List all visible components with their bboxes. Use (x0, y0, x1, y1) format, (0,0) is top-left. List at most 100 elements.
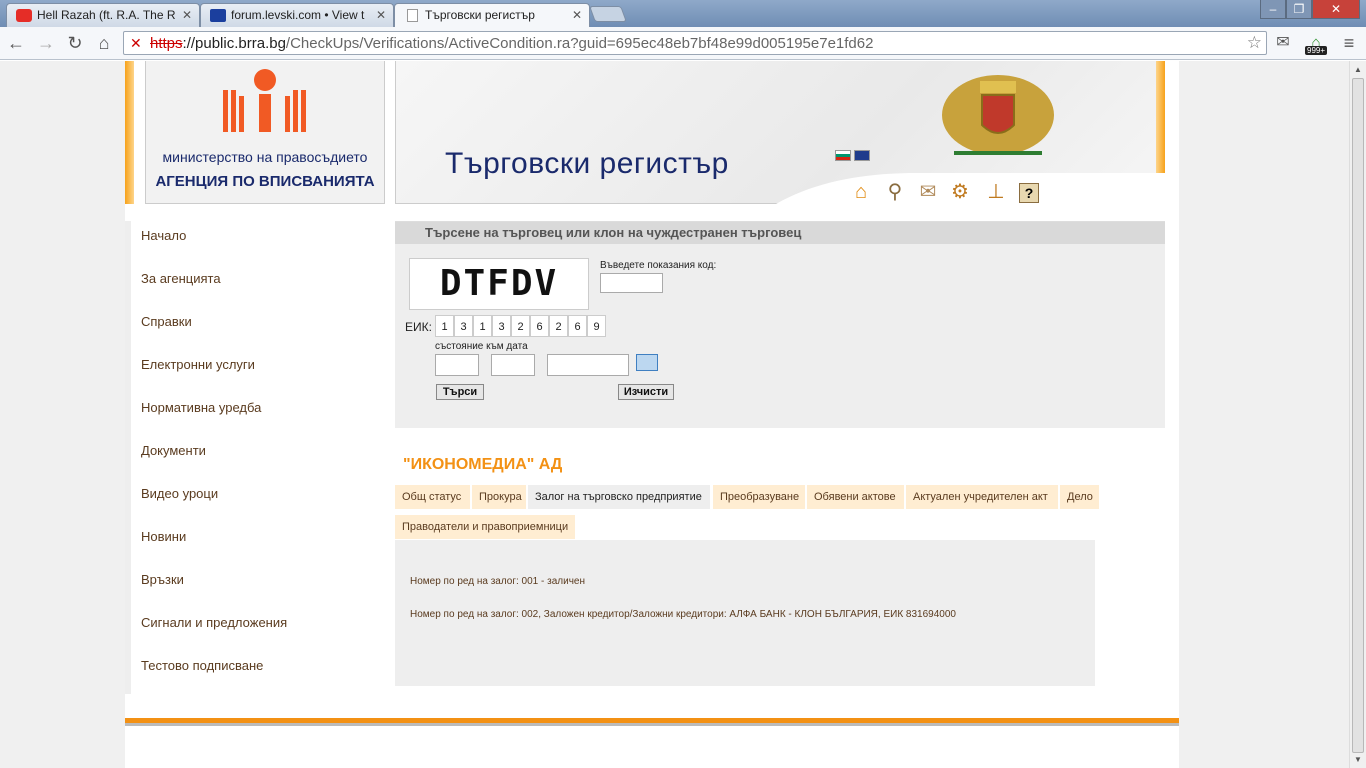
gmail-icon[interactable]: ✉ (1271, 32, 1295, 54)
close-tab-icon[interactable]: ✕ (182, 8, 192, 22)
tab-announced-acts[interactable]: Обявени актове (807, 485, 904, 509)
sidebar-item-video[interactable]: Видео уроци (125, 479, 385, 522)
sidebar-item-label: Документи (141, 443, 206, 458)
close-window-button[interactable]: ✕ (1312, 0, 1360, 19)
sidebar-item-label: Справки (141, 314, 192, 329)
bookmark-star-icon[interactable]: ☆ (1247, 33, 1262, 53)
tab-predecessors[interactable]: Праводатели и правоприемници (395, 515, 575, 539)
eik-label: ЕИК: (405, 320, 432, 334)
tab-transformation[interactable]: Преобразуване (713, 485, 805, 509)
sidebar-item-news[interactable]: Новини (125, 522, 385, 565)
header-banner (395, 61, 1166, 204)
date-month-input[interactable] (491, 354, 535, 376)
bulgarian-flag-icon[interactable] (835, 150, 851, 161)
url-path: /CheckUps/Verifications/ActiveCondition.… (285, 35, 874, 52)
browser-tab-strip: Hell Razah (ft. R.A. The Ru ✕ forum.levs… (0, 0, 1366, 27)
search-panel: Търсене на търговец или клон на чуждестр… (395, 221, 1165, 428)
pledge-line: Номер по ред на залог: 002, Заложен кред… (410, 609, 956, 620)
search-heading: Търсене на търговец или клон на чуждестр… (395, 222, 1165, 244)
url-host: ://public.brra.bg (182, 35, 286, 52)
page-scrollbar[interactable]: ▲ ▼ (1349, 61, 1366, 768)
ministry-label: министерство на правосъдието (162, 149, 368, 165)
menu-icon[interactable]: ≡ (1337, 32, 1361, 54)
page-title: Търговски регистър (445, 147, 729, 180)
maximize-button[interactable]: ❐ (1286, 0, 1312, 19)
help-icon[interactable]: ? (1019, 183, 1039, 203)
pledge-line: Номер по ред на залог: 001 - заличен (410, 576, 585, 587)
tab-label: Hell Razah (ft. R.A. The Ru (37, 8, 175, 22)
sidebar-item-regulations[interactable]: Нормативна уредба (125, 393, 385, 436)
sidebar-item-about[interactable]: За агенцията (125, 264, 385, 307)
eik-digit[interactable]: 2 (549, 315, 568, 337)
eik-digit[interactable]: 6 (568, 315, 587, 337)
eik-input[interactable]: 1 3 1 3 2 6 2 6 9 (435, 315, 606, 337)
date-year-input[interactable] (547, 354, 629, 376)
sidebar-item-label: Нормативна уредба (141, 400, 262, 415)
sidebar-item-links[interactable]: Връзки (125, 565, 385, 608)
minimize-button[interactable]: – (1260, 0, 1286, 19)
search-button[interactable]: Търси (436, 384, 484, 400)
scroll-down-icon[interactable]: ▼ (1354, 755, 1362, 764)
tab-procura[interactable]: Прокура (472, 485, 526, 509)
tab-founding-act[interactable]: Актуален учредителен акт (906, 485, 1058, 509)
sidebar-item-home[interactable]: Начало (125, 221, 385, 264)
captcha-label: Въведете показания код: (600, 260, 717, 271)
settings-icon[interactable]: ⚙ (948, 180, 972, 204)
tab-label: forum.levski.com • View t (231, 8, 365, 22)
clear-button[interactable]: Изчисти (618, 384, 674, 400)
youtube-icon (16, 9, 32, 22)
home-icon[interactable]: ⌂ (849, 180, 873, 204)
eik-digit[interactable]: 1 (473, 315, 492, 337)
decor-bar-right (1156, 61, 1165, 173)
sidebar-item-label: Връзки (141, 572, 184, 587)
sidebar-menu: Начало За агенцията Справки Електронни у… (125, 221, 385, 694)
sidebar-item-test-signing[interactable]: Тестово подписване (125, 651, 385, 694)
url-protocol: https (150, 35, 183, 52)
sitemap-icon[interactable]: ⊥ (984, 180, 1008, 204)
search-icon[interactable]: ⚲ (883, 180, 907, 204)
pledge-content-panel: Номер по ред на залог: 001 - заличен Ном… (395, 540, 1095, 686)
sidebar-item-label: Електронни услуги (141, 357, 255, 372)
address-bar[interactable]: ✕ https://public.brra.bg/CheckUps/Verifi… (123, 31, 1267, 55)
eik-digit[interactable]: 2 (511, 315, 530, 337)
sidebar-item-reports[interactable]: Справки (125, 307, 385, 350)
tab-case[interactable]: Дело (1060, 485, 1099, 509)
scroll-up-icon[interactable]: ▲ (1354, 65, 1362, 74)
scrollbar-thumb[interactable] (1352, 78, 1364, 753)
home-icon[interactable]: ⌂ (92, 32, 116, 54)
close-tab-icon[interactable]: ✕ (572, 8, 582, 22)
browser-tab-brra[interactable]: Търговски регистър ✕ (394, 3, 590, 27)
site-page: министерство на правосъдието АГЕНЦИЯ ПО … (125, 61, 1179, 768)
tab-general-status[interactable]: Общ статус (395, 485, 470, 509)
tab-pledge[interactable]: Залог на търговско предприятие (528, 485, 710, 509)
eik-digit[interactable]: 6 (530, 315, 549, 337)
date-day-input[interactable] (435, 354, 479, 376)
sidebar-item-label: За агенцията (141, 271, 221, 286)
calendar-icon[interactable] (636, 354, 658, 371)
eik-digit[interactable]: 3 (454, 315, 473, 337)
english-flag-icon[interactable] (854, 150, 870, 161)
coat-of-arms-icon (942, 75, 1054, 155)
forward-icon[interactable]: → (34, 32, 58, 54)
captcha-input[interactable] (600, 273, 663, 293)
eik-digit[interactable]: 1 (435, 315, 454, 337)
browser-tab-levski[interactable]: forum.levski.com • View t ✕ (200, 3, 394, 27)
footer-bar (125, 718, 1179, 726)
close-tab-icon[interactable]: ✕ (376, 8, 386, 22)
insecure-lock-icon: ✕ (130, 35, 142, 51)
agency-logo-icon (223, 69, 306, 132)
new-tab-button[interactable] (589, 6, 627, 22)
back-icon[interactable]: ← (4, 32, 28, 54)
sidebar-item-documents[interactable]: Документи (125, 436, 385, 479)
reload-icon[interactable]: ↻ (63, 32, 87, 54)
eik-digit[interactable]: 3 (492, 315, 511, 337)
mail-icon[interactable]: ✉ (916, 180, 940, 204)
browser-toolbar: ← → ↻ ⌂ ✕ https://public.brra.bg/CheckUp… (0, 27, 1366, 60)
sidebar-item-e-services[interactable]: Електронни услуги (125, 350, 385, 393)
sidebar-item-feedback[interactable]: Сигнали и предложения (125, 608, 385, 651)
date-label: състояние към дата (435, 341, 528, 352)
url-text: https://public.brra.bg/CheckUps/Verifica… (150, 35, 873, 52)
browser-tab-youtube[interactable]: Hell Razah (ft. R.A. The Ru ✕ (6, 3, 200, 27)
sidebar-item-label: Сигнали и предложения (141, 615, 288, 630)
eik-digit[interactable]: 9 (587, 315, 606, 337)
